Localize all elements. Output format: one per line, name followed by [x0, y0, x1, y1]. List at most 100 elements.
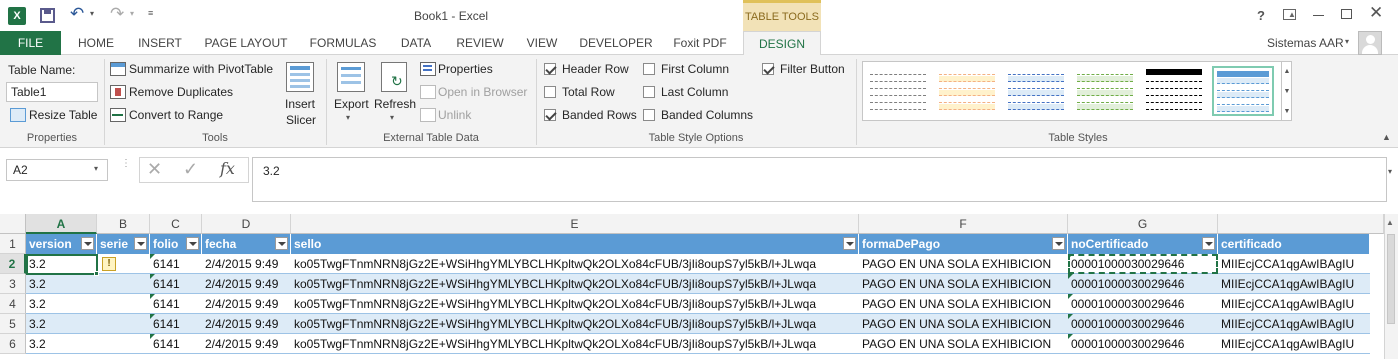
table-header-cell[interactable]: serie [97, 234, 150, 254]
tab-file[interactable]: FILE [0, 31, 61, 55]
table-cell[interactable]: PAGO EN UNA SOLA EXHIBICION [859, 314, 1068, 334]
table-cell[interactable]: 00001000030029646 [1068, 294, 1218, 314]
table-header-cell[interactable]: formaDePago [859, 234, 1068, 254]
convert-to-range-button[interactable]: Convert to Range [129, 108, 223, 122]
summarize-pivot-button[interactable]: Summarize with PivotTable [129, 62, 273, 76]
banded-rows-checkbox[interactable] [544, 109, 556, 121]
row-header[interactable]: 2 [0, 254, 26, 274]
row-header[interactable]: 6 [0, 334, 26, 354]
table-cell[interactable] [97, 314, 150, 334]
column-header[interactable]: D [202, 214, 291, 234]
gallery-scroll-up[interactable]: ▲ [1281, 62, 1292, 82]
filter-dropdown-icon[interactable] [186, 237, 199, 250]
table-cell[interactable]: 3.2 [26, 254, 97, 274]
fill-handle[interactable] [94, 271, 99, 276]
table-style-swatch[interactable] [1005, 66, 1067, 116]
insert-function-icon[interactable]: fx [220, 159, 235, 178]
filter-dropdown-icon[interactable] [1202, 237, 1215, 250]
table-cell[interactable]: 00001000030029646 [1068, 274, 1218, 294]
filter-dropdown-icon[interactable] [81, 237, 94, 250]
table-name-field[interactable]: Table1 [6, 82, 98, 102]
undo-icon[interactable]: ↶ [70, 4, 84, 24]
table-cell[interactable]: PAGO EN UNA SOLA EXHIBICION [859, 294, 1068, 314]
table-cell[interactable]: MIIEcjCCA1qgAwIBAgIU [1218, 254, 1370, 274]
table-style-swatch[interactable] [1212, 66, 1274, 116]
table-cell[interactable]: 6141 [150, 254, 202, 274]
tab-developer[interactable]: DEVELOPER [574, 31, 658, 55]
worksheet-grid[interactable]: ABCDEFG 1 2 3 4 5 6 version serie folio fecha sell… [0, 214, 1398, 359]
filter-dropdown-icon[interactable] [843, 237, 856, 250]
close-button[interactable]: ✕ [1369, 3, 1383, 23]
warning-smart-tag-icon[interactable]: ! [102, 257, 116, 271]
row-header[interactable]: 1 [0, 234, 26, 254]
tab-review[interactable]: REVIEW [450, 31, 510, 55]
open-in-browser-button[interactable]: Open in Browser [438, 85, 527, 99]
table-cell[interactable]: PAGO EN UNA SOLA EXHIBICION [859, 334, 1068, 354]
column-header[interactable]: G [1068, 214, 1218, 234]
insert-slicer-label-2[interactable]: Slicer [286, 113, 316, 127]
expand-formula-bar-icon[interactable]: ▾ [1388, 167, 1392, 176]
table-header-cell[interactable]: sello [291, 234, 859, 254]
column-header[interactable]: B [97, 214, 150, 234]
table-cell[interactable]: 6141 [150, 334, 202, 354]
table-cell[interactable]: 00001000030029646 [1068, 254, 1218, 274]
user-dropdown-icon[interactable]: ▾ [1345, 37, 1349, 46]
column-header[interactable]: A [26, 214, 97, 234]
help-button[interactable]: ? [1257, 8, 1265, 23]
tab-home[interactable]: HOME [70, 31, 122, 55]
export-button[interactable]: Export [334, 97, 369, 111]
name-box[interactable]: A2 [6, 159, 108, 181]
table-cell[interactable]: 00001000030029646 [1068, 314, 1218, 334]
banded-columns-checkbox[interactable] [643, 109, 655, 121]
table-cell[interactable]: 2/4/2015 9:49 [202, 274, 291, 294]
table-cell[interactable] [97, 274, 150, 294]
customize-qat-icon[interactable]: ≡ [148, 8, 153, 18]
refresh-button[interactable]: Refresh [374, 97, 416, 111]
table-cell[interactable]: ko05TwgFTnmNRN8jGz2E+WSiHhgYMLYBCLHKpltw… [291, 294, 859, 314]
table-cell[interactable]: 2/4/2015 9:49 [202, 254, 291, 274]
table-cell[interactable]: MIIEcjCCA1qgAwIBAgIU [1218, 314, 1370, 334]
filter-dropdown-icon[interactable] [134, 237, 147, 250]
table-header-cell[interactable]: version [26, 234, 97, 254]
last-column-checkbox[interactable] [643, 86, 655, 98]
refresh-icon[interactable]: ↻ [381, 62, 407, 92]
table-cell[interactable]: 6141 [150, 294, 202, 314]
avatar[interactable] [1358, 31, 1382, 55]
table-cell[interactable]: ko05TwgFTnmNRN8jGz2E+WSiHhgYMLYBCLHKpltw… [291, 334, 859, 354]
first-column-checkbox[interactable] [643, 63, 655, 75]
select-all-corner[interactable] [0, 214, 26, 234]
tab-insert[interactable]: INSERT [132, 31, 188, 55]
column-header[interactable] [1218, 214, 1384, 234]
gallery-more[interactable]: ▼ [1281, 102, 1292, 121]
table-header-cell[interactable]: folio [150, 234, 202, 254]
insert-slicer-label-1[interactable]: Insert [285, 97, 315, 111]
user-name[interactable]: Sistemas AAR [1267, 36, 1344, 50]
table-style-swatch[interactable] [867, 66, 929, 116]
table-cell[interactable] [97, 294, 150, 314]
table-cell[interactable]: 3.2 [26, 274, 97, 294]
name-box-dropdown-icon[interactable]: ▾ [94, 164, 98, 173]
table-cell[interactable]: 00001000030029646 [1068, 334, 1218, 354]
gallery-scroll-down[interactable]: ▼ [1281, 82, 1292, 102]
table-style-swatch[interactable] [936, 66, 998, 116]
table-cell[interactable]: MIIEcjCCA1qgAwIBAgIU [1218, 274, 1370, 294]
save-icon[interactable] [40, 8, 55, 23]
table-cell[interactable]: PAGO EN UNA SOLA EXHIBICION [859, 254, 1068, 274]
table-cell[interactable]: 2/4/2015 9:49 [202, 334, 291, 354]
table-cell[interactable]: 3.2 [26, 334, 97, 354]
remove-duplicates-button[interactable]: Remove Duplicates [129, 85, 233, 99]
column-header[interactable]: E [291, 214, 859, 234]
filter-dropdown-icon[interactable] [1052, 237, 1065, 250]
table-cell[interactable]: ko05TwgFTnmNRN8jGz2E+WSiHhgYMLYBCLHKpltw… [291, 314, 859, 334]
tab-page-layout[interactable]: PAGE LAYOUT [198, 31, 294, 55]
maximize-button[interactable] [1341, 9, 1352, 19]
collapse-ribbon-icon[interactable]: ▲ [1382, 132, 1391, 142]
unlink-button[interactable]: Unlink [438, 108, 471, 122]
column-header[interactable]: F [859, 214, 1068, 234]
tab-foxit-pdf[interactable]: Foxit PDF [664, 31, 736, 55]
redo-dropdown-icon[interactable]: ▾ [130, 9, 134, 18]
minimize-button[interactable] [1313, 15, 1324, 16]
table-cell[interactable]: 3.2 [26, 294, 97, 314]
table-header-cell[interactable]: certificado [1218, 234, 1370, 254]
table-header-cell[interactable]: fecha [202, 234, 291, 254]
